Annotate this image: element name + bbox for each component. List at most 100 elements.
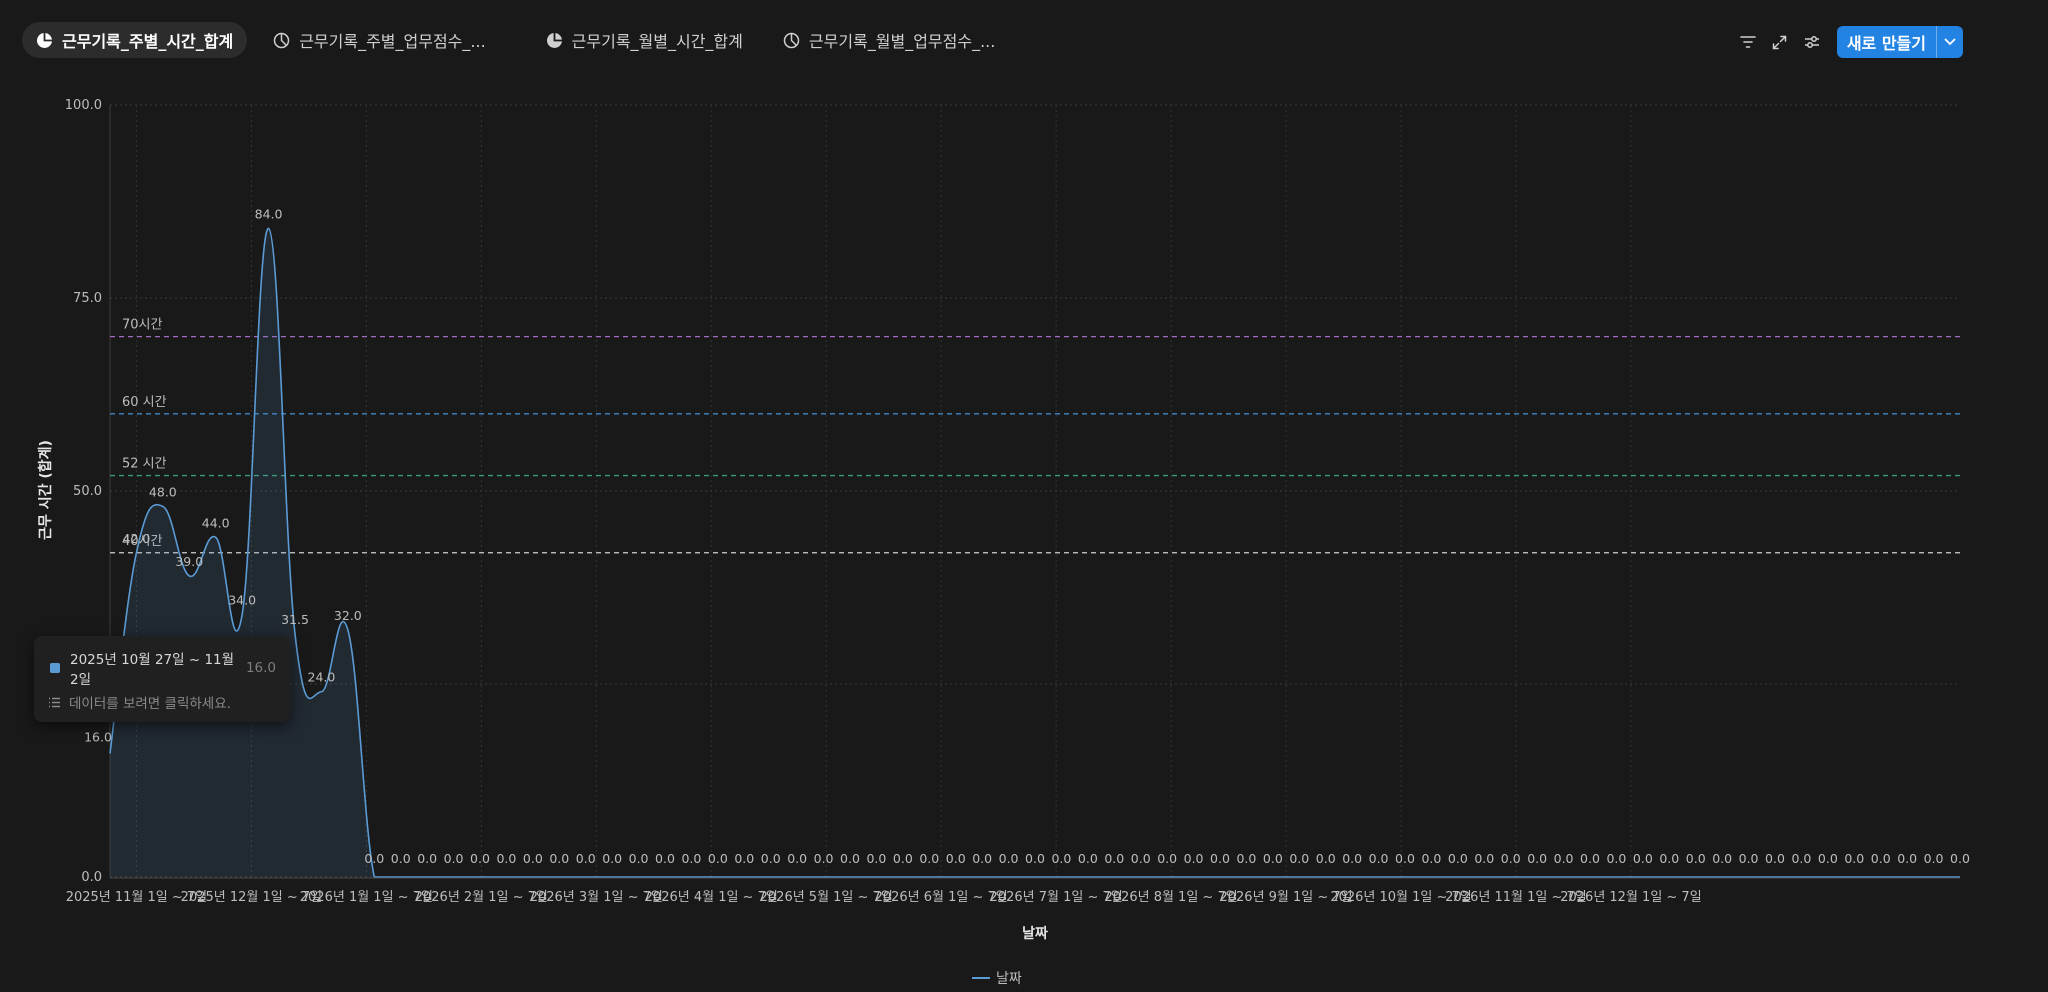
tab-monthly-hours[interactable]: 근무기록_월별_시간_합계 [532,22,757,58]
data-label: 0.0 [1448,851,1468,866]
expand-button[interactable] [1767,27,1793,57]
data-label: 34.0 [228,593,256,608]
filter-icon [1740,36,1756,48]
data-label: 0.0 [602,851,622,866]
data-label: 0.0 [364,851,384,866]
pie-chart-icon [273,32,290,48]
data-label: 0.0 [1263,851,1283,866]
x-tick-label: 2026년 7월 1일 ~ 7일 [990,890,1123,905]
data-label: 0.0 [629,851,649,866]
x-tick-label: 2026년 4월 1일 ~ 7일 [645,890,778,905]
x-tick-label: 2026년 8월 1일 ~ 7일 [1105,890,1238,905]
pie-chart-icon [546,32,562,48]
data-label: 0.0 [444,851,464,866]
y-tick-label: 0.0 [81,870,102,885]
data-label: 0.0 [1501,851,1521,866]
x-tick-label: 2026년 6월 1일 ~ 7일 [875,890,1008,905]
tooltip-label: 2025년 10월 27일 ~ 11월 2일 [70,652,235,688]
data-label: 0.0 [1184,851,1204,866]
tab-label: 근무기록_월별_시간_합계 [571,32,743,51]
data-label: 0.0 [893,851,913,866]
tab-monthly-score[interactable]: 근무기록_월별_업무점수_... [769,22,1009,58]
y-tick-label: 75.0 [73,291,102,306]
y-tick-label: 50.0 [73,484,102,499]
filter-button[interactable] [1735,27,1761,57]
data-label: 16.0 [84,729,112,744]
data-label: 0.0 [417,851,437,866]
y-axis-title: 근무 시간 (합계) [37,440,54,540]
pie-chart-icon [37,32,52,48]
data-label: 0.0 [1712,851,1732,866]
chart-series [109,227,1960,878]
data-label: 44.0 [202,515,230,530]
chevron-down-icon [1944,38,1956,46]
data-label: 0.0 [1686,851,1706,866]
new-options-button[interactable] [1936,26,1963,58]
toolbar: 새로 만들기 [1729,26,1963,58]
data-label: 0.0 [1739,851,1759,866]
tooltip-row: 2025년 10월 27일 ~ 11월 2일 16.0 [50,648,276,688]
x-tick-label: 2026년 1월 1일 ~ 7일 [300,890,433,905]
data-labels: 16.0 42.0 48.0 39.0 44.0 34.0 84.0 31.5 24.0 32.0… [84,207,1970,866]
data-label: 0.0 [1236,851,1256,866]
data-label: 42.0 [123,531,151,546]
data-label: 0.0 [1818,851,1838,866]
data-label: 0.0 [1421,851,1441,866]
tab-label: 근무기록_주별_업무점수_... [299,32,486,51]
series-swatch [50,663,60,673]
data-label: 0.0 [1342,851,1362,866]
series-area [110,228,1960,878]
chart-grid [109,104,1960,878]
expand-icon [1773,35,1787,49]
tab-label: 근무기록_주별_시간_합계 [62,32,234,51]
data-label: 0.0 [1554,851,1574,866]
chart-tooltip: 2025년 10월 27일 ~ 11월 2일 16.0 데이터를 보려면 클릭하… [34,636,290,722]
data-label: 0.0 [1527,851,1547,866]
data-label: 32.0 [334,608,362,623]
data-label: 31.5 [281,612,309,627]
data-label: 0.0 [999,851,1019,866]
data-label: 84.0 [255,207,283,222]
area-chart[interactable]: 70시간60 시간52 시간40시간 0.025.050.075.0100.0 … [0,80,2048,992]
data-label: 0.0 [1078,851,1098,866]
x-axis: 2025년 11월 1일 ~ 7일2025년 12월 1일 ~ 7일2026년 … [66,877,1960,905]
data-label: 0.0 [734,851,754,866]
data-label: 0.0 [1474,851,1494,866]
data-label: 0.0 [1844,851,1864,866]
x-tick-label: 2026년 3월 1일 ~ 7일 [530,890,663,905]
data-label: 0.0 [681,851,701,866]
data-label: 0.0 [1157,851,1177,866]
data-label: 0.0 [1606,851,1626,866]
data-label: 0.0 [1131,851,1151,866]
data-label: 0.0 [523,851,543,866]
data-label: 0.0 [1871,851,1891,866]
y-axis: 0.025.050.075.0100.0 [65,98,102,885]
x-axis-title: 날짜 [1022,926,1048,942]
tooltip-hint-row[interactable]: 데이터를 보려면 클릭하세요. [48,692,231,712]
tab-weekly-hours[interactable]: 근무기록_주별_시간_합계 [22,22,248,58]
list-icon [49,697,60,707]
data-label: 0.0 [1369,851,1389,866]
data-label: 0.0 [1580,851,1600,866]
data-label: 0.0 [1051,851,1071,866]
reference-label: 60 시간 [122,395,167,410]
data-label: 0.0 [761,851,781,866]
data-label: 0.0 [1210,851,1230,866]
legend-swatch [972,977,990,979]
y-tick-label: 100.0 [65,98,102,113]
chart-legend[interactable]: 날짜 [972,968,1022,988]
series-line[interactable] [109,227,1960,878]
reference-label: 70시간 [122,318,163,333]
data-label: 0.0 [1659,851,1679,866]
tab-weekly-score[interactable]: 근무기록_주별_업무점수_... [259,22,499,58]
top-bar: 근무기록_주별_시간_합계 근무기록_주별_업무점수_... 근무기록_월별_시… [0,0,2048,82]
settings-button[interactable] [1799,27,1825,57]
data-label: 0.0 [1316,851,1336,866]
legend-entry: 날짜 [996,971,1022,987]
data-label: 0.0 [919,851,939,866]
x-tick-label: 2026년 2월 1일 ~ 7일 [415,890,548,905]
data-label: 0.0 [549,851,569,866]
data-label: 0.0 [1289,851,1309,866]
data-label: 0.0 [391,851,411,866]
new-button[interactable]: 새로 만들기 [1837,26,1936,58]
